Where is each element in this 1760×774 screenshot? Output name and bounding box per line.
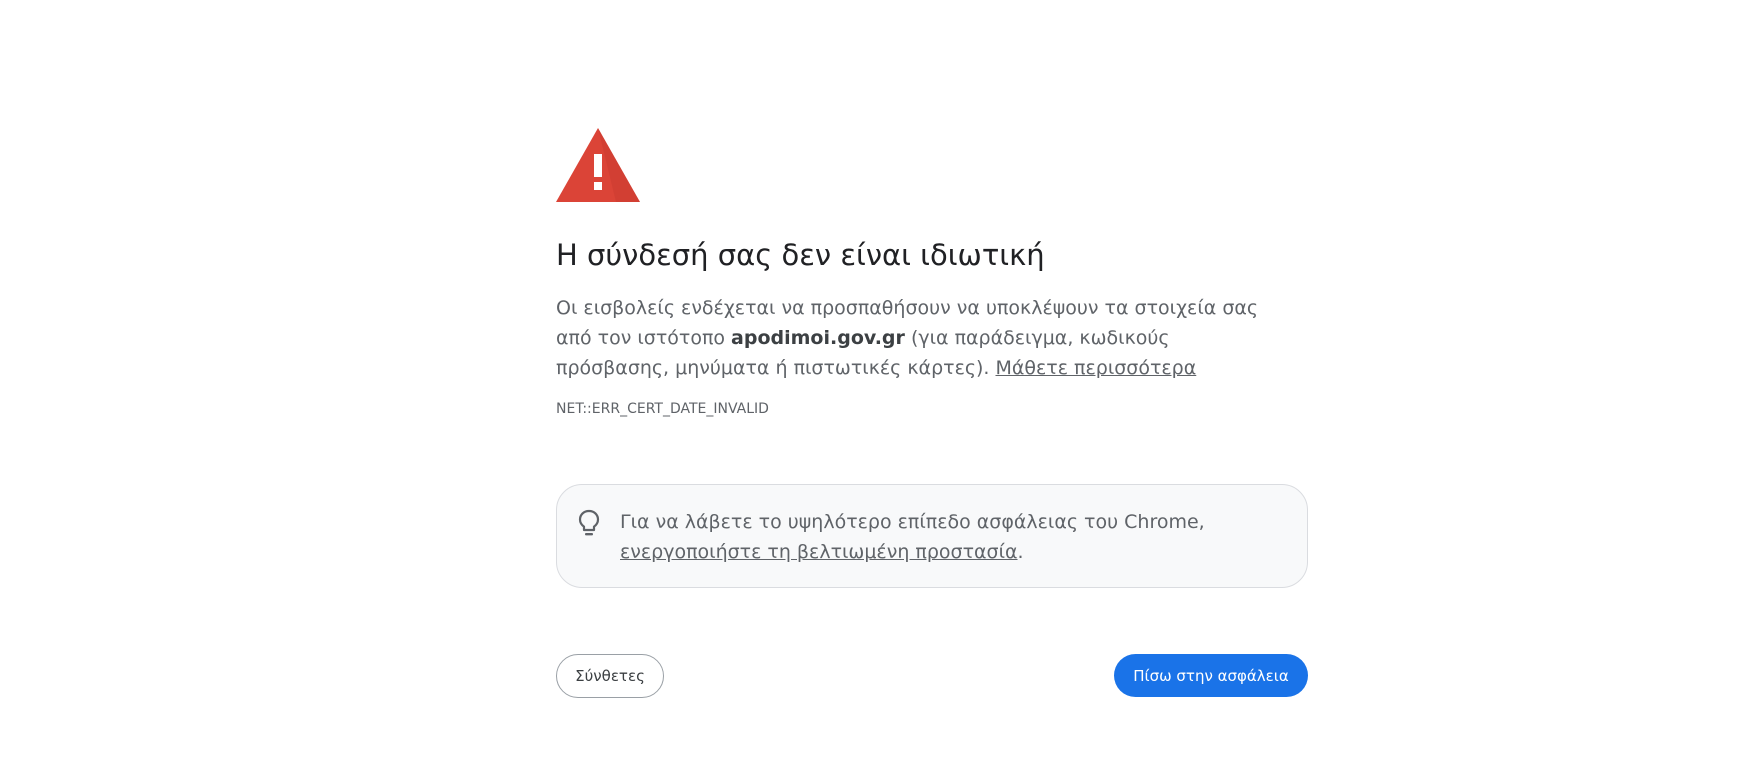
interstitial-content: Η σύνδεσή σας δεν είναι ιδιωτική Οι εισβ…	[556, 128, 1308, 698]
enhanced-protection-tip: Για να λάβετε το υψηλότερο επίπεδο ασφάλ…	[556, 484, 1308, 588]
back-to-safety-button[interactable]: Πίσω στην ασφάλεια	[1114, 654, 1308, 697]
warning-triangle-icon	[556, 128, 640, 202]
tip-text-prefix: Για να λάβετε το υψηλότερο επίπεδο ασφάλ…	[620, 511, 1205, 533]
page-title: Η σύνδεσή σας δεν είναι ιδιωτική	[556, 238, 1045, 272]
lightbulb-icon	[578, 509, 600, 536]
description-text: Οι εισβολείς ενδέχεται να προσπαθήσουν ν…	[556, 293, 1276, 383]
advanced-button[interactable]: Σύνθετες	[556, 654, 664, 698]
tip-text: Για να λάβετε το υψηλότερο επίπεδο ασφάλ…	[620, 507, 1290, 567]
site-name: apodimoi.gov.gr	[731, 327, 905, 349]
interstitial-page: Η σύνδεσή σας δεν είναι ιδιωτική Οι εισβ…	[0, 0, 1760, 774]
tip-text-suffix: .	[1017, 541, 1024, 563]
enhanced-protection-link[interactable]: ενεργοποιήστε τη βελτιωμένη προστασία	[620, 541, 1018, 563]
error-code: NET::ERR_CERT_DATE_INVALID	[556, 401, 769, 417]
learn-more-link[interactable]: Μάθετε περισσότερα	[996, 357, 1197, 379]
